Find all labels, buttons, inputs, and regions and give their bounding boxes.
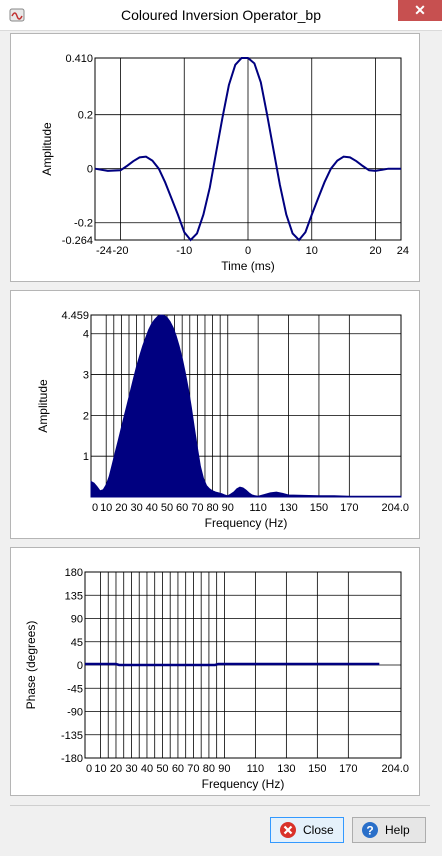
y-tick-label: 45: [71, 637, 83, 649]
x-tick-label: 150: [310, 502, 328, 514]
window-close-icon[interactable]: ✕: [398, 0, 442, 21]
x-axis-label: Frequency (Hz): [205, 516, 288, 530]
x-tick-label: 20: [369, 245, 381, 257]
x-tick-label: 90: [218, 763, 230, 775]
phase-spectrum-panel: 0 10 20 30 40 50 60 70 80 90 110 130 150 170 204.0 180 1…: [10, 547, 420, 796]
x-tick-label: 150: [308, 763, 326, 775]
y-tick-label: 0: [87, 164, 93, 176]
x-tick-label: -20: [113, 245, 129, 257]
y-tick-label: 90: [71, 614, 83, 626]
x-tick-label: 30: [130, 502, 142, 514]
x-tick-label: 110: [247, 763, 265, 775]
x-tick-label: 80: [203, 763, 215, 775]
x-axis-label: Time (ms): [221, 259, 275, 273]
x-tick-label: 70: [191, 502, 203, 514]
x-tick-label: 40: [141, 763, 153, 775]
amplitude-spectrum-chart: 0 10 20 30 40 50 60 70 80 90 110 130 150 170 204.0 4.45…: [36, 310, 409, 530]
close-circle-icon: [280, 822, 296, 838]
x-tick-label: 130: [279, 502, 297, 514]
x-tick-label: 70: [187, 763, 199, 775]
y-tick-label: 180: [65, 567, 83, 579]
close-button-label: Close: [303, 823, 334, 837]
x-tick-label: 60: [176, 502, 188, 514]
x-tick-label: 30: [125, 763, 137, 775]
help-button-label: Help: [385, 823, 410, 837]
y-tick-label: -90: [67, 707, 83, 719]
svg-text:?: ?: [366, 824, 373, 838]
y-tick-label: 1: [83, 451, 89, 463]
y-tick-label: 4.459: [61, 310, 89, 322]
x-tick-label: -24: [96, 245, 112, 257]
help-icon: ?: [362, 822, 378, 838]
x-tick-label: 170: [339, 763, 357, 775]
x-tick-label: 10: [306, 245, 318, 257]
y-tick-label: -0.264: [62, 235, 93, 247]
y-tick-label: -45: [67, 683, 83, 695]
x-tick-label: 0: [92, 502, 98, 514]
y-tick-label: 2: [83, 410, 89, 422]
x-tick-label: 50: [161, 502, 173, 514]
x-tick-label: 130: [277, 763, 295, 775]
x-tick-label: 60: [172, 763, 184, 775]
x-tick-label: 0: [245, 245, 251, 257]
series-line: [85, 662, 380, 667]
x-tick-label: 170: [340, 502, 358, 514]
y-tick-label: -180: [61, 753, 83, 765]
y-tick-label: 4: [83, 329, 89, 341]
y-tick-label: 3: [83, 370, 89, 382]
x-tick-label: 10: [94, 763, 106, 775]
y-tick-label: -0.2: [74, 218, 93, 230]
help-button[interactable]: ? Help: [352, 817, 426, 843]
button-separator: [10, 805, 430, 806]
x-tick-label: 20: [110, 763, 122, 775]
window-title: Coloured Inversion Operator_bp: [120, 7, 321, 23]
x-tick-label: 24: [397, 245, 409, 257]
x-tick-label: 40: [146, 502, 158, 514]
y-axis-label: Phase (degrees): [24, 621, 38, 710]
y-axis-label: Amplitude: [36, 379, 50, 433]
time-domain-chart: -24 -20 -10 0 10 20 24 0.410 0.2 0 -0.2 -0.264 Time …: [40, 53, 409, 273]
y-tick-label: 0.410: [65, 53, 93, 65]
x-tick-label: 80: [206, 502, 218, 514]
x-tick-label: 110: [249, 502, 267, 514]
x-tick-label: -10: [176, 245, 192, 257]
x-tick-label: 204.0: [381, 502, 409, 514]
close-button[interactable]: Close: [270, 817, 344, 843]
title-bar: Coloured Inversion Operator_bp ✕: [0, 0, 442, 31]
phase-spectrum-chart: 0 10 20 30 40 50 60 70 80 90 110 130 150 170 204.01801…: [24, 567, 409, 791]
x-tick-label: 90: [222, 502, 234, 514]
y-axis-label: Amplitude: [40, 122, 54, 176]
time-domain-panel: -24 -20 -10 0 10 20 24 0.410 0.2 0 -0.2 -0.264 Time …: [10, 33, 420, 282]
y-tick-label: 135: [65, 590, 83, 602]
y-tick-label: -135: [61, 730, 83, 742]
y-tick-label: 0: [77, 660, 83, 672]
x-tick-label: 10: [100, 502, 112, 514]
amplitude-spectrum-panel: 0 10 20 30 40 50 60 70 80 90 110 130 150 170 204.0 4.45…: [10, 290, 420, 539]
x-tick-label: 20: [115, 502, 127, 514]
x-tick-label: 204.0: [381, 763, 409, 775]
x-tick-label: 0: [86, 763, 92, 775]
x-tick-label: 50: [156, 763, 168, 775]
y-tick-label: 0.2: [78, 110, 93, 122]
x-axis-label: Frequency (Hz): [202, 777, 285, 791]
